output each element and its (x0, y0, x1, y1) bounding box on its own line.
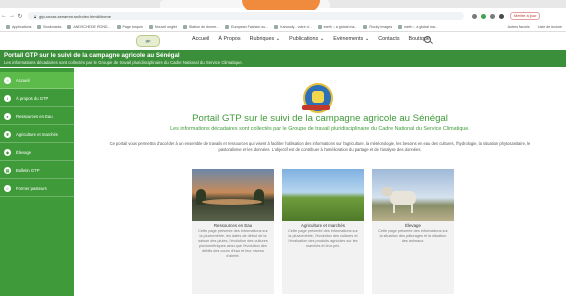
leaf-icon: ❦ (4, 130, 11, 138)
sidebar-item-elevage[interactable]: ◆ Élevage (0, 144, 74, 161)
water-drop-icon: ● (4, 112, 11, 120)
bookmark-item[interactable]: European Fashion su... (225, 24, 268, 29)
water-reflection (202, 199, 262, 205)
emblem-logo (302, 83, 333, 113)
nav-a-propos[interactable]: À Propos (218, 36, 240, 42)
sidebar-item-accueil[interactable]: ⌂ Accueil (0, 72, 74, 89)
extension-icon[interactable] (472, 13, 477, 19)
bookmark-icon (67, 24, 72, 29)
main-navigation: Accueil À Propos Rubriques ⌄ Publication… (192, 36, 430, 42)
bookmark-item[interactable]: Bookmarks (37, 24, 61, 29)
nav-evenements[interactable]: Evènements ⌄ (333, 36, 369, 42)
sidebar-item-bulletin[interactable]: ▤ Bulletin GTP (0, 162, 74, 179)
main-content: Portail GTP sur le suivi de la campagne … (74, 68, 566, 296)
page-banner: Portail GTP sur le suivi de la campagne … (0, 50, 566, 67)
bookmark-item[interactable]: Applications (6, 24, 31, 29)
lock-icon: 🔒︎ (34, 13, 37, 19)
bookmark-item[interactable]: ANDSCHEDE ROND... (67, 24, 111, 29)
reload-icon[interactable]: ↻ (16, 13, 24, 20)
extension-icon[interactable] (490, 13, 495, 19)
other-bookmarks-folder[interactable]: Autres favoris (508, 25, 530, 29)
update-browser-button[interactable]: Mettre à jour (510, 12, 541, 20)
bookmark-icon (182, 24, 187, 29)
cow-leg-shape (393, 203, 395, 213)
sidebar-item-ressources-eau[interactable]: ● Ressources en Eau (0, 108, 74, 125)
profile-avatar[interactable] (499, 13, 504, 19)
sidebar-item-a-propos[interactable]: i À propos du GTP (0, 90, 74, 107)
nav-contacts[interactable]: Contacts (378, 36, 399, 42)
search-icon[interactable] (424, 36, 431, 43)
bookmark-item[interactable]: earth :: a global ma... (398, 24, 438, 29)
bookmark-item[interactable]: Station de donne... (182, 24, 219, 29)
extension-icons (472, 13, 504, 19)
page-description: Ce portail vous permettra d'accéder à un… (109, 141, 531, 152)
extension-icon[interactable] (481, 13, 486, 19)
nav-rubriques[interactable]: Rubriques ⌄ (250, 36, 281, 42)
water-landscape-image (192, 169, 274, 221)
bookmarks-bar: Applications Bookmarks ANDSCHEDE ROND...… (0, 22, 566, 32)
cow-head-shape (382, 187, 392, 196)
nav-publications[interactable]: Publications ⌄ (289, 36, 324, 42)
url-text: gtp-cncas.senamm.sn/index.html#/home (39, 13, 111, 19)
bookmark-item[interactable]: earth :: a global ma... (317, 24, 357, 29)
apps-icon (6, 24, 10, 29)
card-title: Agriculture et marchés (301, 223, 345, 228)
cattle-image (372, 169, 454, 221)
card-text: Cette page présente des informations sur… (288, 229, 358, 248)
users-icon: ☺ (4, 184, 11, 192)
bookmark-icon (225, 24, 230, 29)
bookmark-icon (116, 24, 121, 29)
bookmarks-right: Autres favoris Liste de lecture (508, 25, 566, 29)
bookmark-item[interactable]: Rocky Images (363, 24, 392, 29)
emblem-ribbon (302, 105, 330, 110)
banner-title: Portail GTP sur le suivi de la campagne … (4, 52, 180, 59)
bookmark-icon (274, 24, 279, 29)
card-title: Ressources en Eau (213, 223, 253, 228)
sidebar: ⌂ Accueil i À propos du GTP ● Ressources… (0, 68, 74, 296)
browser-toolbar: ← → ↻ 🔒︎ gtp-cncas.senamm.sn/index.html#… (0, 10, 566, 22)
card-text: Cette page présente des informations sur… (198, 229, 268, 258)
card-text: Cette page présente des informations sur… (378, 229, 448, 243)
home-icon: ⌂ (4, 76, 11, 84)
bookmark-item[interactable]: Page turquin (116, 24, 143, 29)
cow-leg-shape (411, 203, 413, 213)
emblem-shield (312, 91, 324, 103)
livestock-icon: ◆ (4, 148, 11, 156)
bookmark-item[interactable]: Kanoody - votre d... (274, 24, 312, 29)
card-title: Élevage (405, 223, 421, 228)
page-subtitle: Les informations décadaires sont collect… (170, 126, 470, 132)
forward-icon[interactable]: → (8, 13, 16, 19)
crop-field-image (282, 169, 364, 221)
site-logo[interactable]: gtp (136, 35, 160, 47)
bookmark-icon (398, 24, 403, 29)
page-title: Portail GTP sur le suivi de la campagne … (192, 113, 448, 124)
reading-list[interactable]: Liste de lecture (538, 25, 562, 29)
document-icon: ▤ (4, 166, 11, 174)
folder-icon (37, 24, 42, 29)
bookmark-item[interactable]: Nouvel onglet (148, 24, 177, 29)
bookmark-icon (148, 24, 153, 29)
bookmark-icon (363, 24, 368, 29)
back-icon[interactable]: ← (0, 13, 8, 19)
sidebar-item-former-pasteurs[interactable]: ☺ Former pasteurs (0, 180, 74, 197)
address-bar[interactable]: 🔒︎ gtp-cncas.senamm.sn/index.html#/home (28, 12, 464, 20)
card-ressources-eau[interactable]: Ressources en Eau Cette page présente de… (192, 169, 274, 294)
card-elevage[interactable]: Élevage Cette page présente des informat… (372, 169, 454, 294)
nav-accueil[interactable]: Accueil (192, 36, 209, 42)
info-icon: i (4, 94, 11, 102)
banner-subtitle: Les informations décadaires sont collect… (4, 60, 243, 65)
card-agriculture[interactable]: Agriculture et marchés Cette page présen… (282, 169, 364, 294)
sidebar-item-agriculture[interactable]: ❦ Agriculture et marchés (0, 126, 74, 143)
bookmark-icon (317, 24, 322, 29)
